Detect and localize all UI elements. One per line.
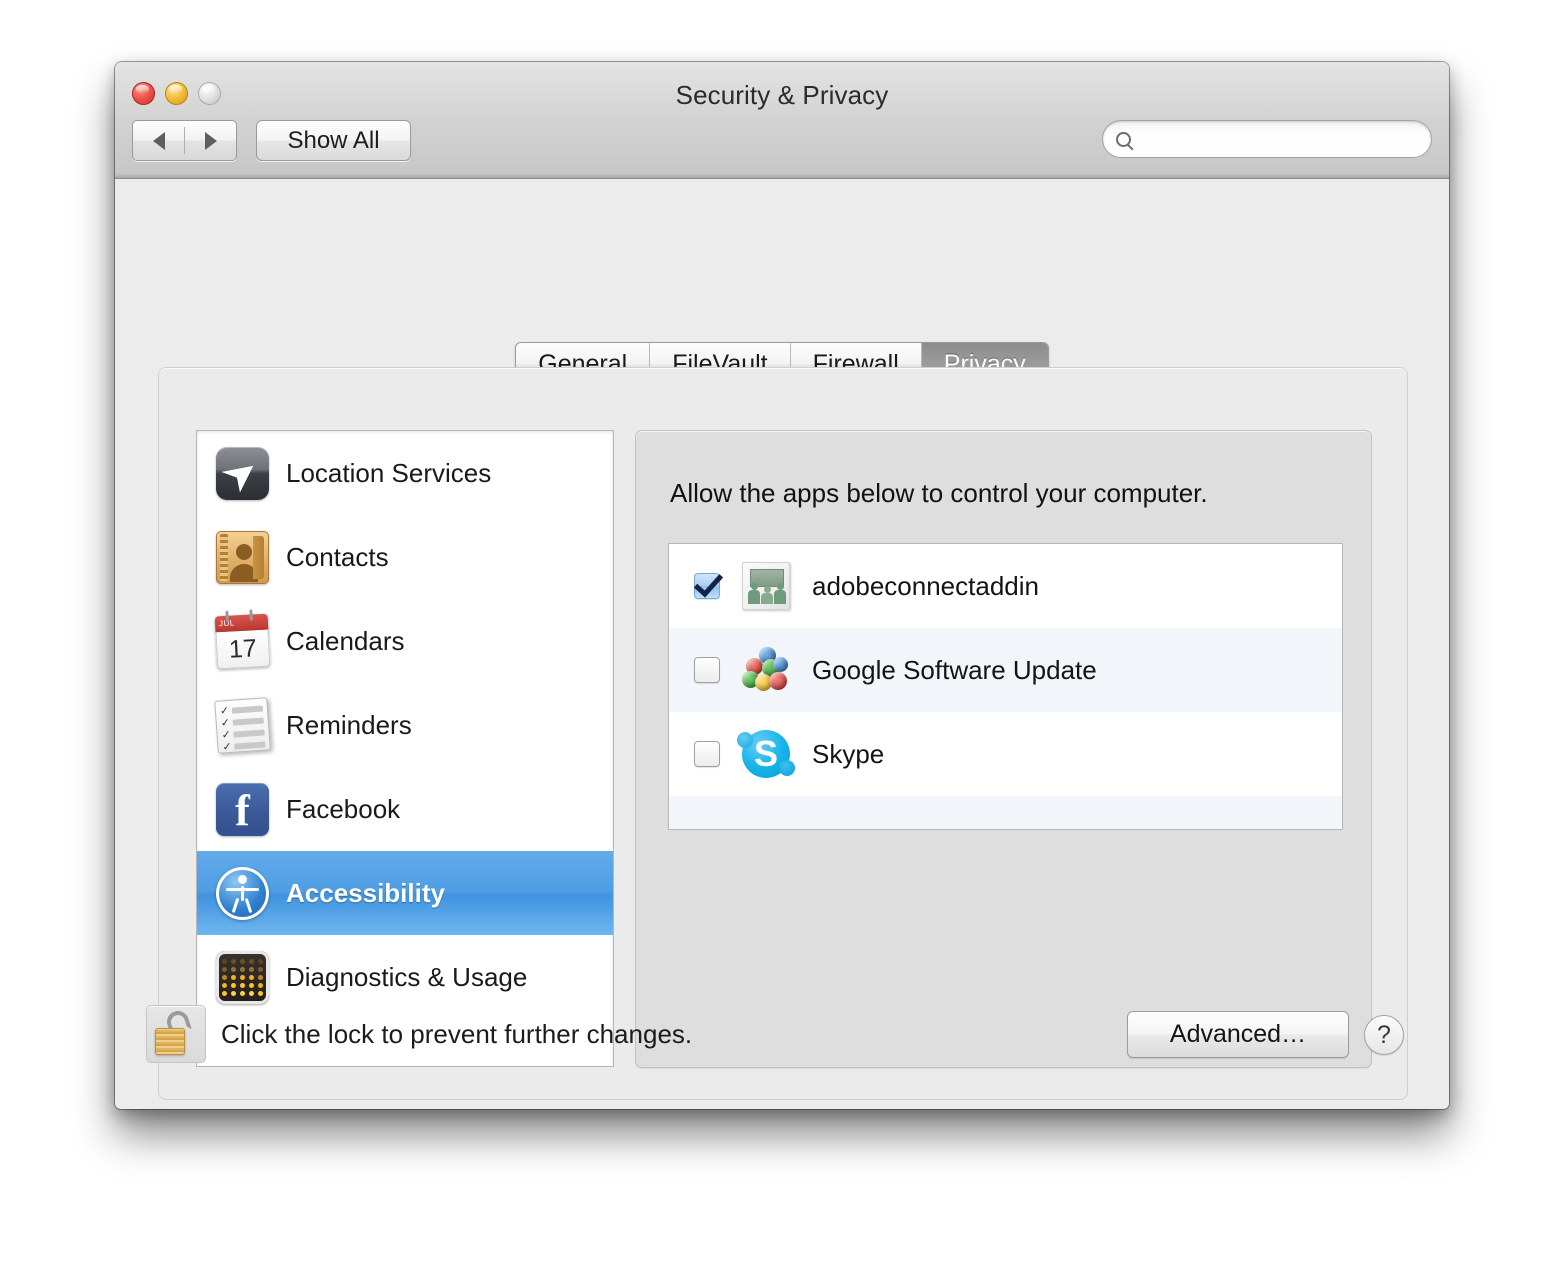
- advanced-button[interactable]: Advanced…: [1127, 1011, 1349, 1058]
- app-name: adobeconnectaddin: [812, 570, 1039, 601]
- sidebar-item-facebook[interactable]: f Facebook: [197, 767, 613, 851]
- sidebar-item-label: Accessibility: [286, 877, 445, 908]
- sidebar-item-label: Facebook: [286, 793, 401, 824]
- app-checkbox[interactable]: [694, 573, 720, 599]
- allowed-apps-list[interactable]: adobeconnectaddin Google Software Update…: [668, 543, 1343, 830]
- app-checkbox[interactable]: [694, 741, 720, 767]
- sidebar-item-label: Location Services: [286, 457, 492, 488]
- app-name: Skype: [812, 738, 885, 769]
- skype-glyph: S: [753, 733, 778, 774]
- accessibility-detail-panel: Allow the apps below to control your com…: [635, 430, 1372, 1068]
- search-field[interactable]: [1102, 120, 1432, 158]
- app-checkbox[interactable]: [694, 657, 720, 683]
- sidebar-item-accessibility[interactable]: Accessibility: [197, 851, 613, 935]
- sidebar-item-reminders[interactable]: ✓ ✓ ✓ ✓ Reminders: [197, 683, 613, 767]
- search-icon: [1116, 131, 1131, 147]
- back-button[interactable]: [133, 121, 184, 160]
- privacy-category-list[interactable]: Location Services Contacts JUL 17 Calend…: [196, 430, 614, 1067]
- page-title: Security & Privacy: [675, 80, 889, 110]
- forward-arrow-icon: [204, 131, 217, 150]
- forward-button[interactable]: [185, 121, 236, 160]
- address-book-icon: [216, 530, 269, 584]
- window-titlebar: Security & Privacy Show All: [115, 62, 1449, 179]
- calendar-icon: JUL 17: [214, 608, 271, 669]
- table-row[interactable]: Google Software Update: [669, 628, 1342, 712]
- table-row[interactable]: S Skype: [669, 712, 1342, 796]
- sidebar-item-label: Contacts: [286, 541, 389, 572]
- table-row[interactable]: adobeconnectaddin: [669, 544, 1342, 628]
- accessibility-icon: [216, 866, 269, 920]
- google-software-update-icon: [742, 646, 790, 694]
- panel-heading: Allow the apps below to control your com…: [670, 478, 1208, 508]
- sidebar-item-label: Reminders: [286, 709, 412, 740]
- location-arrow-icon: [216, 446, 269, 500]
- search-input[interactable]: [1139, 127, 1407, 151]
- adobe-connect-addin-icon: [742, 562, 790, 610]
- empty-row: [669, 796, 1342, 829]
- help-button[interactable]: ?: [1364, 1015, 1404, 1055]
- unlocked-padlock-icon[interactable]: [146, 1005, 206, 1063]
- reminders-list-icon: ✓ ✓ ✓ ✓: [214, 696, 271, 754]
- nav-segmented-control: [132, 120, 237, 161]
- back-arrow-icon: [152, 131, 165, 150]
- calendar-day: 17: [215, 629, 271, 669]
- sidebar-item-label: Calendars: [286, 625, 405, 656]
- sidebar-item-contacts[interactable]: Contacts: [197, 515, 613, 599]
- lock-hint-text: Click the lock to prevent further change…: [221, 1019, 693, 1049]
- sidebar-item-calendars[interactable]: JUL 17 Calendars: [197, 599, 613, 683]
- window-body: General FileVault Firewall Privacy Locat…: [115, 179, 1449, 1108]
- footer-bar: Click the lock to prevent further change…: [115, 983, 1449, 1108]
- system-preferences-window: Security & Privacy Show All General File…: [115, 62, 1449, 1109]
- sidebar-item-location-services[interactable]: Location Services: [197, 431, 613, 515]
- skype-icon: S: [737, 730, 795, 778]
- facebook-icon: f: [216, 782, 269, 836]
- show-all-button[interactable]: Show All: [256, 120, 411, 161]
- app-name: Google Software Update: [812, 654, 1097, 685]
